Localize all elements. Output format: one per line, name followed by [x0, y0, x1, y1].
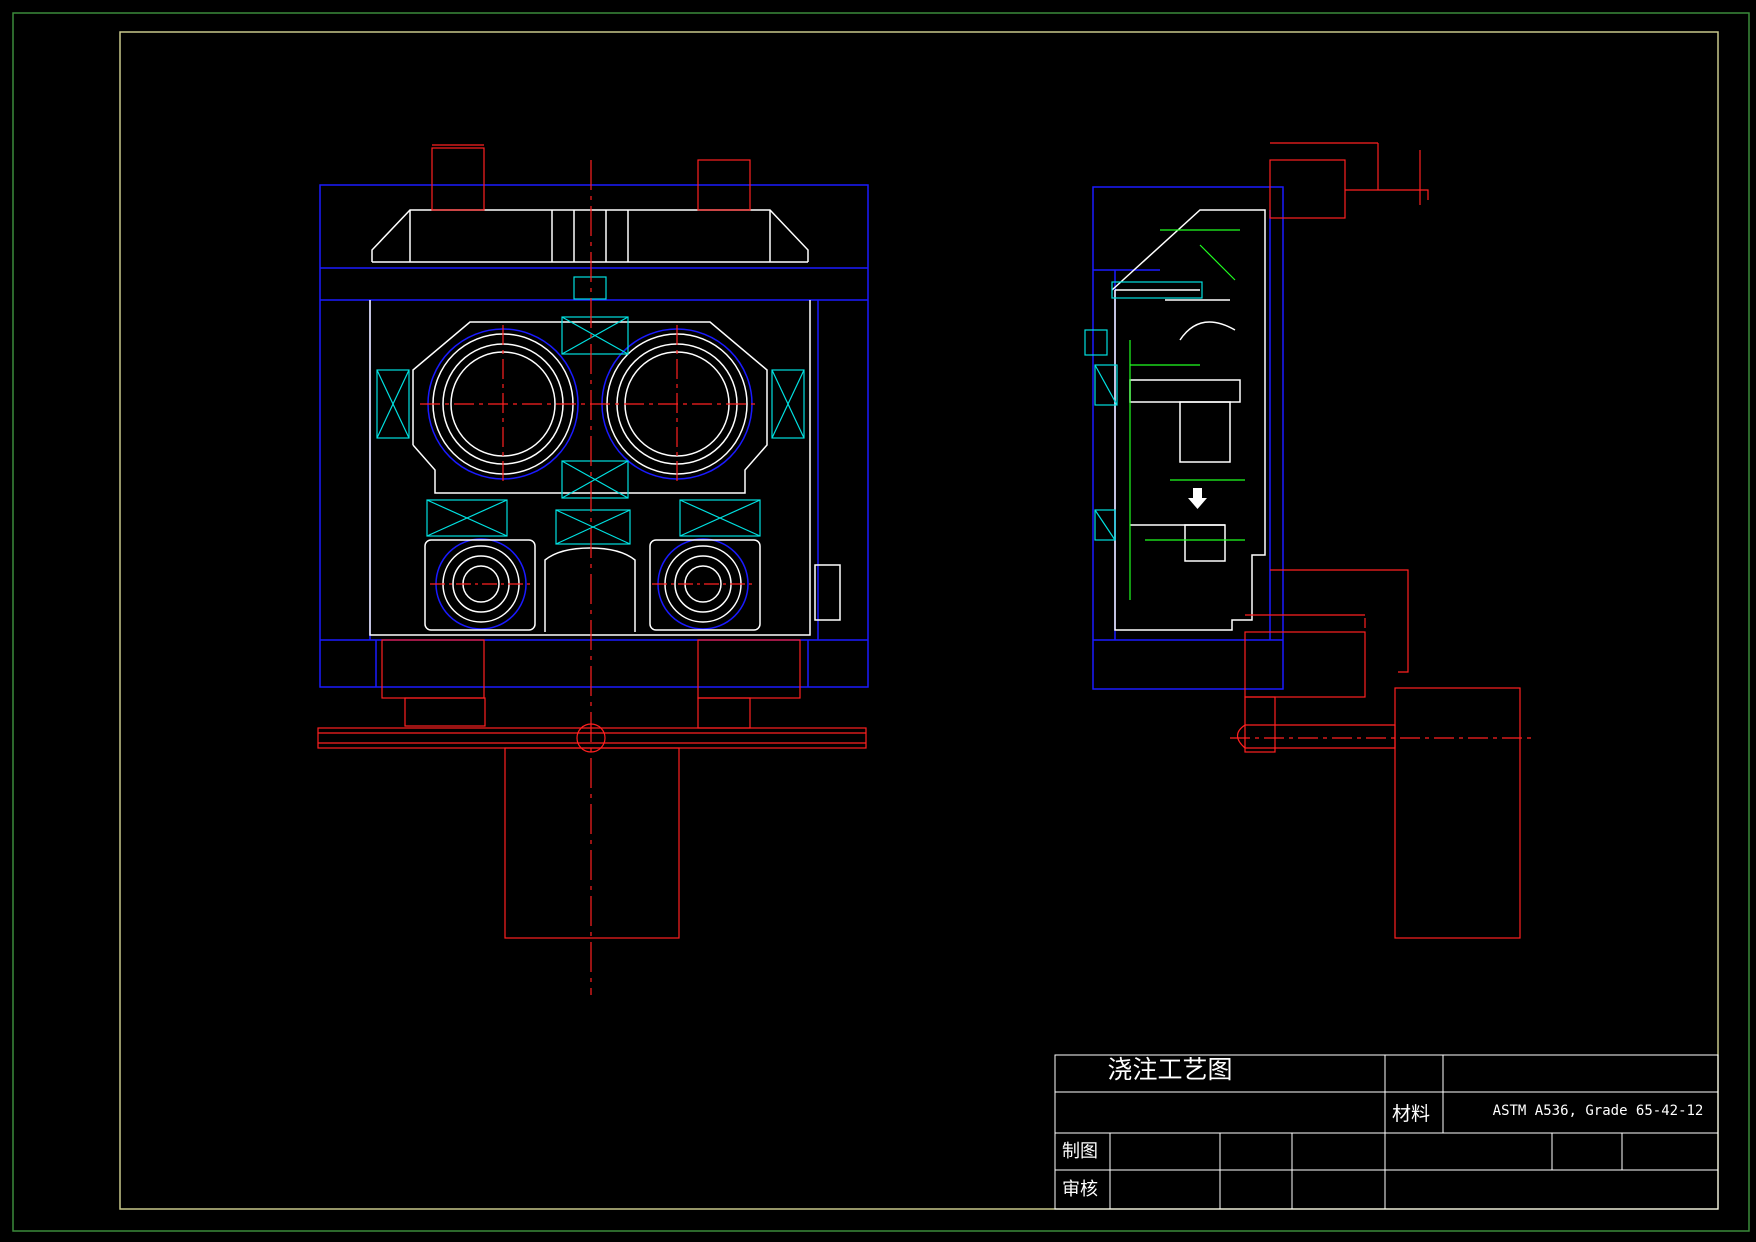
material-value: ASTM A536, Grade 65-42-12: [1493, 1103, 1704, 1119]
inner-frame: [119, 31, 1719, 1210]
checked-by-label: 审核: [1062, 1179, 1098, 1200]
outer-frame: [12, 12, 1750, 1232]
front-view: [317, 144, 869, 995]
drawing-title: 浇注工艺图: [1107, 1055, 1232, 1084]
side-view: [1084, 142, 1535, 939]
drawn-by-label: 制图: [1062, 1141, 1098, 1162]
material-label: 材料: [1392, 1103, 1430, 1125]
pouring-arrow: [1188, 488, 1207, 509]
cad-drawing: 浇注工艺图 材料 ASTM A536, Grade 65-42-12 制图 审核: [12, 12, 1750, 1232]
